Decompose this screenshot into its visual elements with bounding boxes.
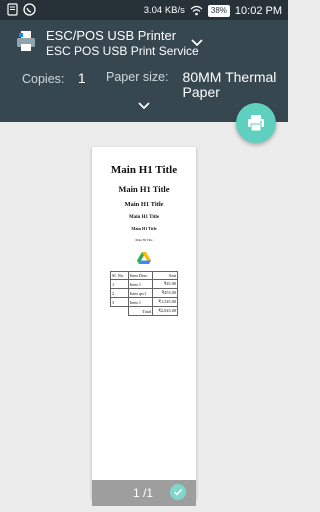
print-icon (248, 115, 264, 132)
print-button[interactable] (236, 103, 276, 143)
preview-h5: Main H1 Title (131, 226, 157, 231)
copies-value: 1 (77, 70, 86, 86)
table-cell: ₹45.00 (152, 279, 178, 289)
total-label: Total (127, 306, 154, 316)
preview-h2: Main H1 Title (118, 184, 170, 194)
preview-h3: Main H1 Title (124, 201, 164, 208)
paper-size-label: Paper size: (106, 70, 169, 84)
usb-printer-icon (17, 31, 35, 51)
table-cell: ₹453.00 (152, 288, 178, 298)
table-row: 1 Item 1 ₹45.00 (110, 279, 178, 289)
items-table: Sl. No. Item Desc Amt 1 Item 1 ₹45.00 2 … (110, 271, 178, 316)
table-header: Sl. No. (110, 271, 129, 280)
page-count-bar: 1 /1 (92, 480, 196, 506)
preview-h1: Main H1 Title (110, 164, 178, 176)
preview-h6: Main H1 Title (135, 238, 153, 242)
page-selected-check-icon[interactable] (170, 484, 186, 500)
preview-h4: Main H1 Title (128, 215, 160, 220)
copies-label: Copies: (22, 72, 65, 86)
chevron-down-icon[interactable] (190, 38, 204, 48)
printer-selector[interactable]: ESC/POS USB Printer ESC POS USB Print Se… (16, 28, 199, 59)
whatsapp-icon (23, 3, 36, 16)
network-speed: 3.04 KB/s (143, 5, 185, 16)
table-cell-empty (111, 307, 129, 316)
notification-icon (7, 3, 18, 16)
status-bar: 3.04 KB/s 38% 10:02 PM (0, 0, 288, 20)
battery-icon: 38% (207, 4, 230, 17)
table-row: 3 Item 1 ₹1,545.00 (110, 297, 178, 307)
table-header: Amt (152, 271, 178, 280)
table-cell: ₹1,545.00 (152, 297, 178, 307)
drive-logo-icon (137, 252, 151, 264)
table-cell: 3 (110, 297, 129, 307)
page-count: 1 /1 (133, 486, 154, 500)
total-value: ₹2,043.00 (152, 306, 178, 316)
paper-size-value-line2: Paper (182, 84, 220, 100)
table-cell: 1 (110, 279, 129, 289)
table-header: Item Desc (127, 271, 154, 280)
paper-size-option[interactable]: Paper size: 80MM Thermal Paper (106, 70, 283, 100)
table-header-row: Sl. No. Item Desc Amt (110, 271, 178, 280)
table-row: 2 Item qw1 ₹453.00 (110, 288, 178, 298)
page-preview[interactable]: Main H1 Title Main H1 Title Main H1 Titl… (92, 147, 196, 499)
printer-service: ESC POS USB Print Service (46, 44, 199, 58)
table-cell: Item 1 (127, 297, 154, 307)
copies-option[interactable]: Copies: 1 (22, 70, 86, 86)
printer-name: ESC/POS USB Printer (46, 28, 177, 43)
table-cell: 2 (110, 288, 129, 298)
table-cell: Item 1 (127, 279, 154, 289)
clock: 10:02 PM (234, 4, 282, 17)
paper-size-value-line1: 80MM Thermal (182, 69, 277, 85)
wifi-icon (190, 5, 203, 16)
expand-options-icon[interactable] (138, 102, 150, 110)
table-total-row: Total ₹2,043.00 (111, 306, 178, 316)
paper-size-value: 80MM Thermal Paper (183, 70, 283, 100)
table-cell: Item qw1 (127, 288, 154, 298)
